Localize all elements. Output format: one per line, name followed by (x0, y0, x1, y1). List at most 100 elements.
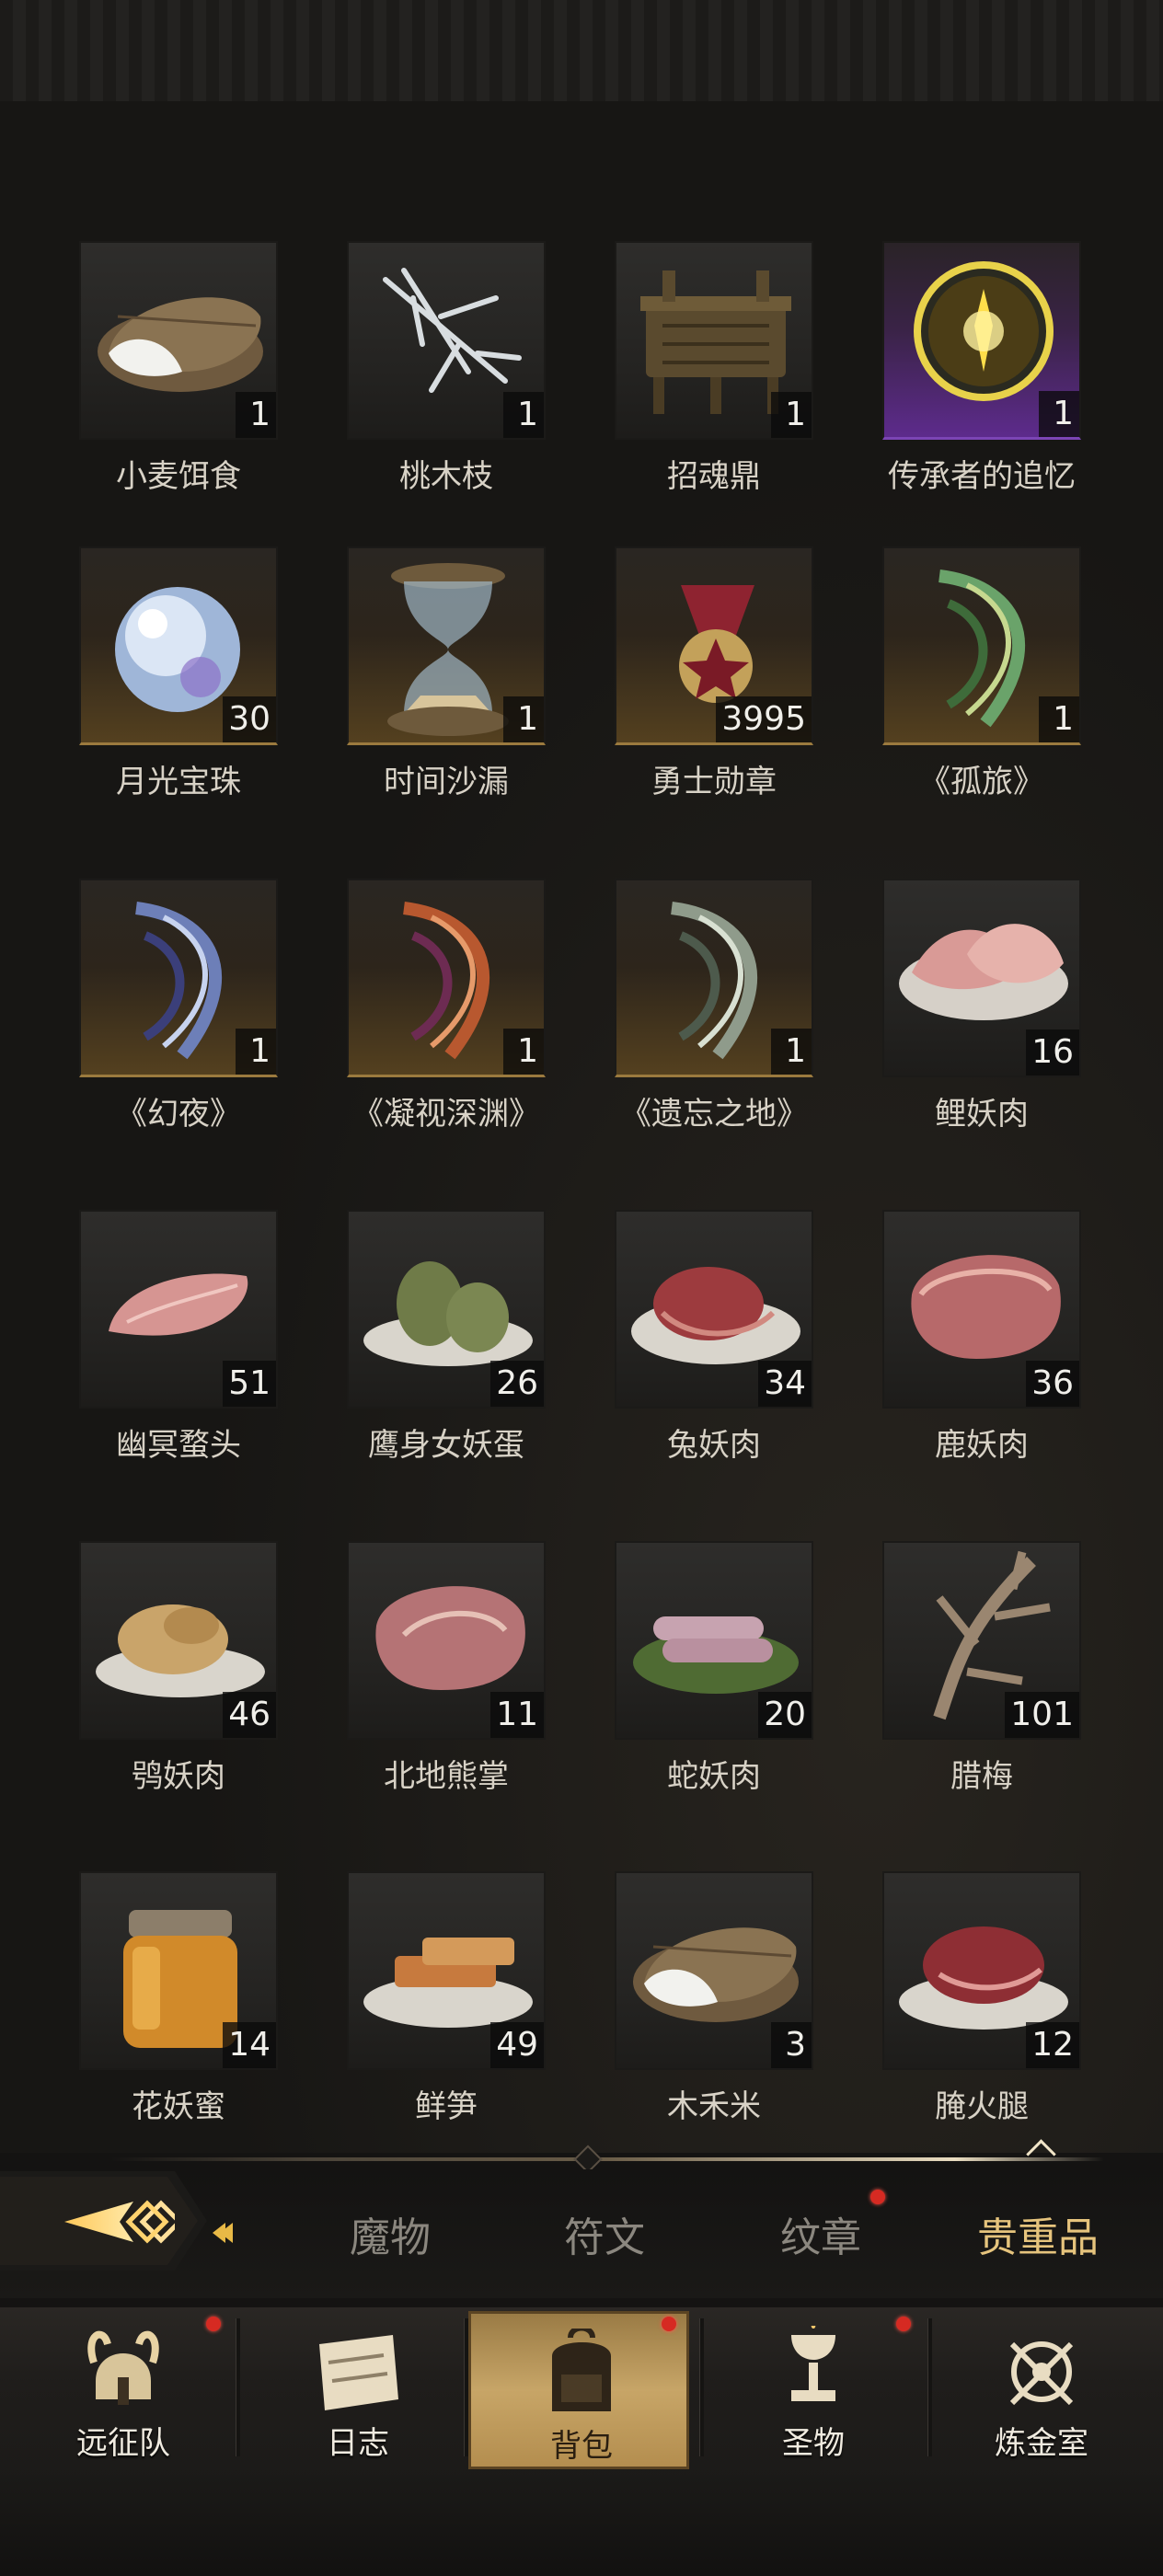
item-name: 腊梅 (950, 1758, 1013, 1795)
tab-divider (110, 2157, 1104, 2161)
top-ornament-border (0, 0, 1163, 114)
item-slot[interactable]: 14 (79, 1871, 278, 2070)
item-slot[interactable]: 3995 (615, 546, 813, 745)
item-count: 26 (490, 1361, 544, 1407)
item-slot[interactable]: 1 (615, 241, 813, 440)
item-name: 鸮妖肉 (132, 1758, 225, 1795)
item-slot[interactable]: 26 (347, 1210, 546, 1409)
item-slot[interactable]: 1 (882, 241, 1081, 440)
inventory-item[interactable]: 1 桃木枝 (347, 241, 546, 496)
item-count: 16 (1026, 1029, 1079, 1075)
nav-relics[interactable]: 圣物 (703, 2311, 924, 2469)
scroll-map-icon (319, 2335, 398, 2410)
item-slot[interactable]: 1 (79, 241, 278, 440)
item-name: 月光宝珠 (116, 764, 241, 800)
item-name: 《遗忘之地》 (620, 1096, 808, 1133)
inventory-item[interactable]: 1 招魂鼎 (615, 241, 813, 496)
inventory-item[interactable]: 1 《遗忘之地》 (615, 879, 813, 1133)
inventory-item[interactable]: 26 鹰身女妖蛋 (347, 1210, 546, 1465)
inventory-item[interactable]: 34 兔妖肉 (615, 1210, 813, 1465)
notification-dot (870, 2190, 885, 2204)
nav-alchemy[interactable]: 炼金室 (931, 2311, 1152, 2469)
item-name: 花妖蜜 (132, 2088, 225, 2125)
inventory-item[interactable]: 1 《孤旅》 (882, 546, 1081, 801)
backpack-icon (552, 2329, 611, 2411)
arrow-back-icon (64, 2200, 175, 2244)
inventory-item[interactable]: 30 月光宝珠 (79, 546, 278, 801)
item-name: 招魂鼎 (667, 458, 761, 495)
tab-runes[interactable]: 符文 (531, 2204, 678, 2263)
item-name: 时间沙漏 (384, 764, 509, 800)
chevron-left-icon (213, 2223, 233, 2243)
item-slot[interactable]: 1 (882, 546, 1081, 745)
tab-valuables[interactable]: 贵重品 (964, 2204, 1111, 2263)
item-slot[interactable]: 12 (882, 1871, 1081, 2070)
inventory-item[interactable]: 46 鸮妖肉 (79, 1541, 278, 1796)
item-count: 20 (758, 1692, 812, 1738)
inventory-item[interactable]: 12 腌火腿 (882, 1871, 1081, 2126)
item-slot[interactable]: 1 (347, 241, 546, 440)
inventory-item[interactable]: 101 腊梅 (882, 1541, 1081, 1796)
item-count: 12 (1026, 2022, 1079, 2068)
inventory-item[interactable]: 16 鲤妖肉 (882, 879, 1081, 1133)
item-count: 14 (223, 2022, 276, 2068)
inventory-item[interactable]: 3 木禾米 (615, 1871, 813, 2126)
item-slot[interactable]: 36 (882, 1210, 1081, 1409)
item-slot[interactable]: 101 (882, 1541, 1081, 1740)
item-slot[interactable]: 11 (347, 1541, 546, 1740)
inventory-item[interactable]: 1 《幻夜》 (79, 879, 278, 1133)
item-name: 《幻夜》 (116, 1096, 241, 1133)
item-slot[interactable]: 16 (882, 879, 1081, 1077)
inventory-item[interactable]: 36 鹿妖肉 (882, 1210, 1081, 1465)
item-name: 蛇妖肉 (667, 1758, 761, 1795)
item-count: 1 (503, 1029, 544, 1075)
item-slot[interactable]: 1 (347, 546, 546, 745)
notification-dot (206, 2317, 221, 2331)
item-name: 兔妖肉 (667, 1427, 761, 1464)
item-slot[interactable]: 20 (615, 1541, 813, 1740)
item-name: 北地熊掌 (384, 1758, 509, 1795)
item-slot[interactable]: 3 (615, 1871, 813, 2070)
item-slot[interactable]: 1 (79, 879, 278, 1077)
item-slot[interactable]: 30 (79, 546, 278, 745)
item-count: 36 (1026, 1361, 1079, 1407)
tab-monsters[interactable]: 魔物 (317, 2204, 464, 2263)
nav-label: 炼金室 (995, 2425, 1088, 2462)
item-slot[interactable]: 34 (615, 1210, 813, 1409)
item-slot[interactable]: 51 (79, 1210, 278, 1409)
alchemy-icon (1009, 2341, 1074, 2406)
inventory-item[interactable]: 1 时间沙漏 (347, 546, 546, 801)
nav-label: 远征队 (76, 2425, 170, 2462)
inventory-item[interactable]: 1 小麦饵食 (79, 241, 278, 496)
item-count: 1 (503, 392, 544, 438)
chalice-icon (791, 2326, 835, 2401)
nav-journal[interactable]: 日志 (248, 2311, 468, 2469)
inventory-item[interactable]: 3995 勇士勋章 (615, 546, 813, 801)
inventory-item[interactable]: 1 《凝视深渊》 (347, 879, 546, 1133)
item-slot[interactable]: 1 (615, 879, 813, 1077)
item-slot[interactable]: 49 (347, 1871, 546, 2070)
inventory-item[interactable]: 51 幽冥蝥头 (79, 1210, 278, 1465)
inventory-item[interactable]: 20 蛇妖肉 (615, 1541, 813, 1796)
item-count: 34 (758, 1361, 812, 1407)
item-slot[interactable]: 46 (79, 1541, 278, 1740)
inventory-item[interactable]: 14 花妖蜜 (79, 1871, 278, 2126)
inventory-item[interactable]: 49 鲜笋 (347, 1871, 546, 2126)
item-name: 勇士勋章 (651, 764, 777, 800)
item-count: 3995 (716, 696, 812, 742)
item-count: 1 (1039, 696, 1079, 742)
viking-helmet-icon (87, 2330, 159, 2405)
item-name: 腌火腿 (935, 2088, 1029, 2125)
notification-dot (662, 2317, 676, 2331)
item-slot[interactable]: 1 (347, 879, 546, 1077)
item-name: 木禾米 (667, 2088, 761, 2125)
inventory-item[interactable]: 11 北地熊掌 (347, 1541, 546, 1796)
nav-expedition[interactable]: 远征队 (13, 2311, 234, 2469)
item-count: 1 (236, 392, 276, 438)
item-count: 1 (1039, 391, 1079, 437)
item-count: 1 (771, 1029, 812, 1075)
inventory-item[interactable]: 1 传承者的追忆 (882, 241, 1081, 496)
tab-emblems[interactable]: 纹章 (747, 2204, 894, 2263)
nav-backpack[interactable]: 背包 (468, 2311, 689, 2469)
item-count: 101 (1005, 1692, 1079, 1738)
